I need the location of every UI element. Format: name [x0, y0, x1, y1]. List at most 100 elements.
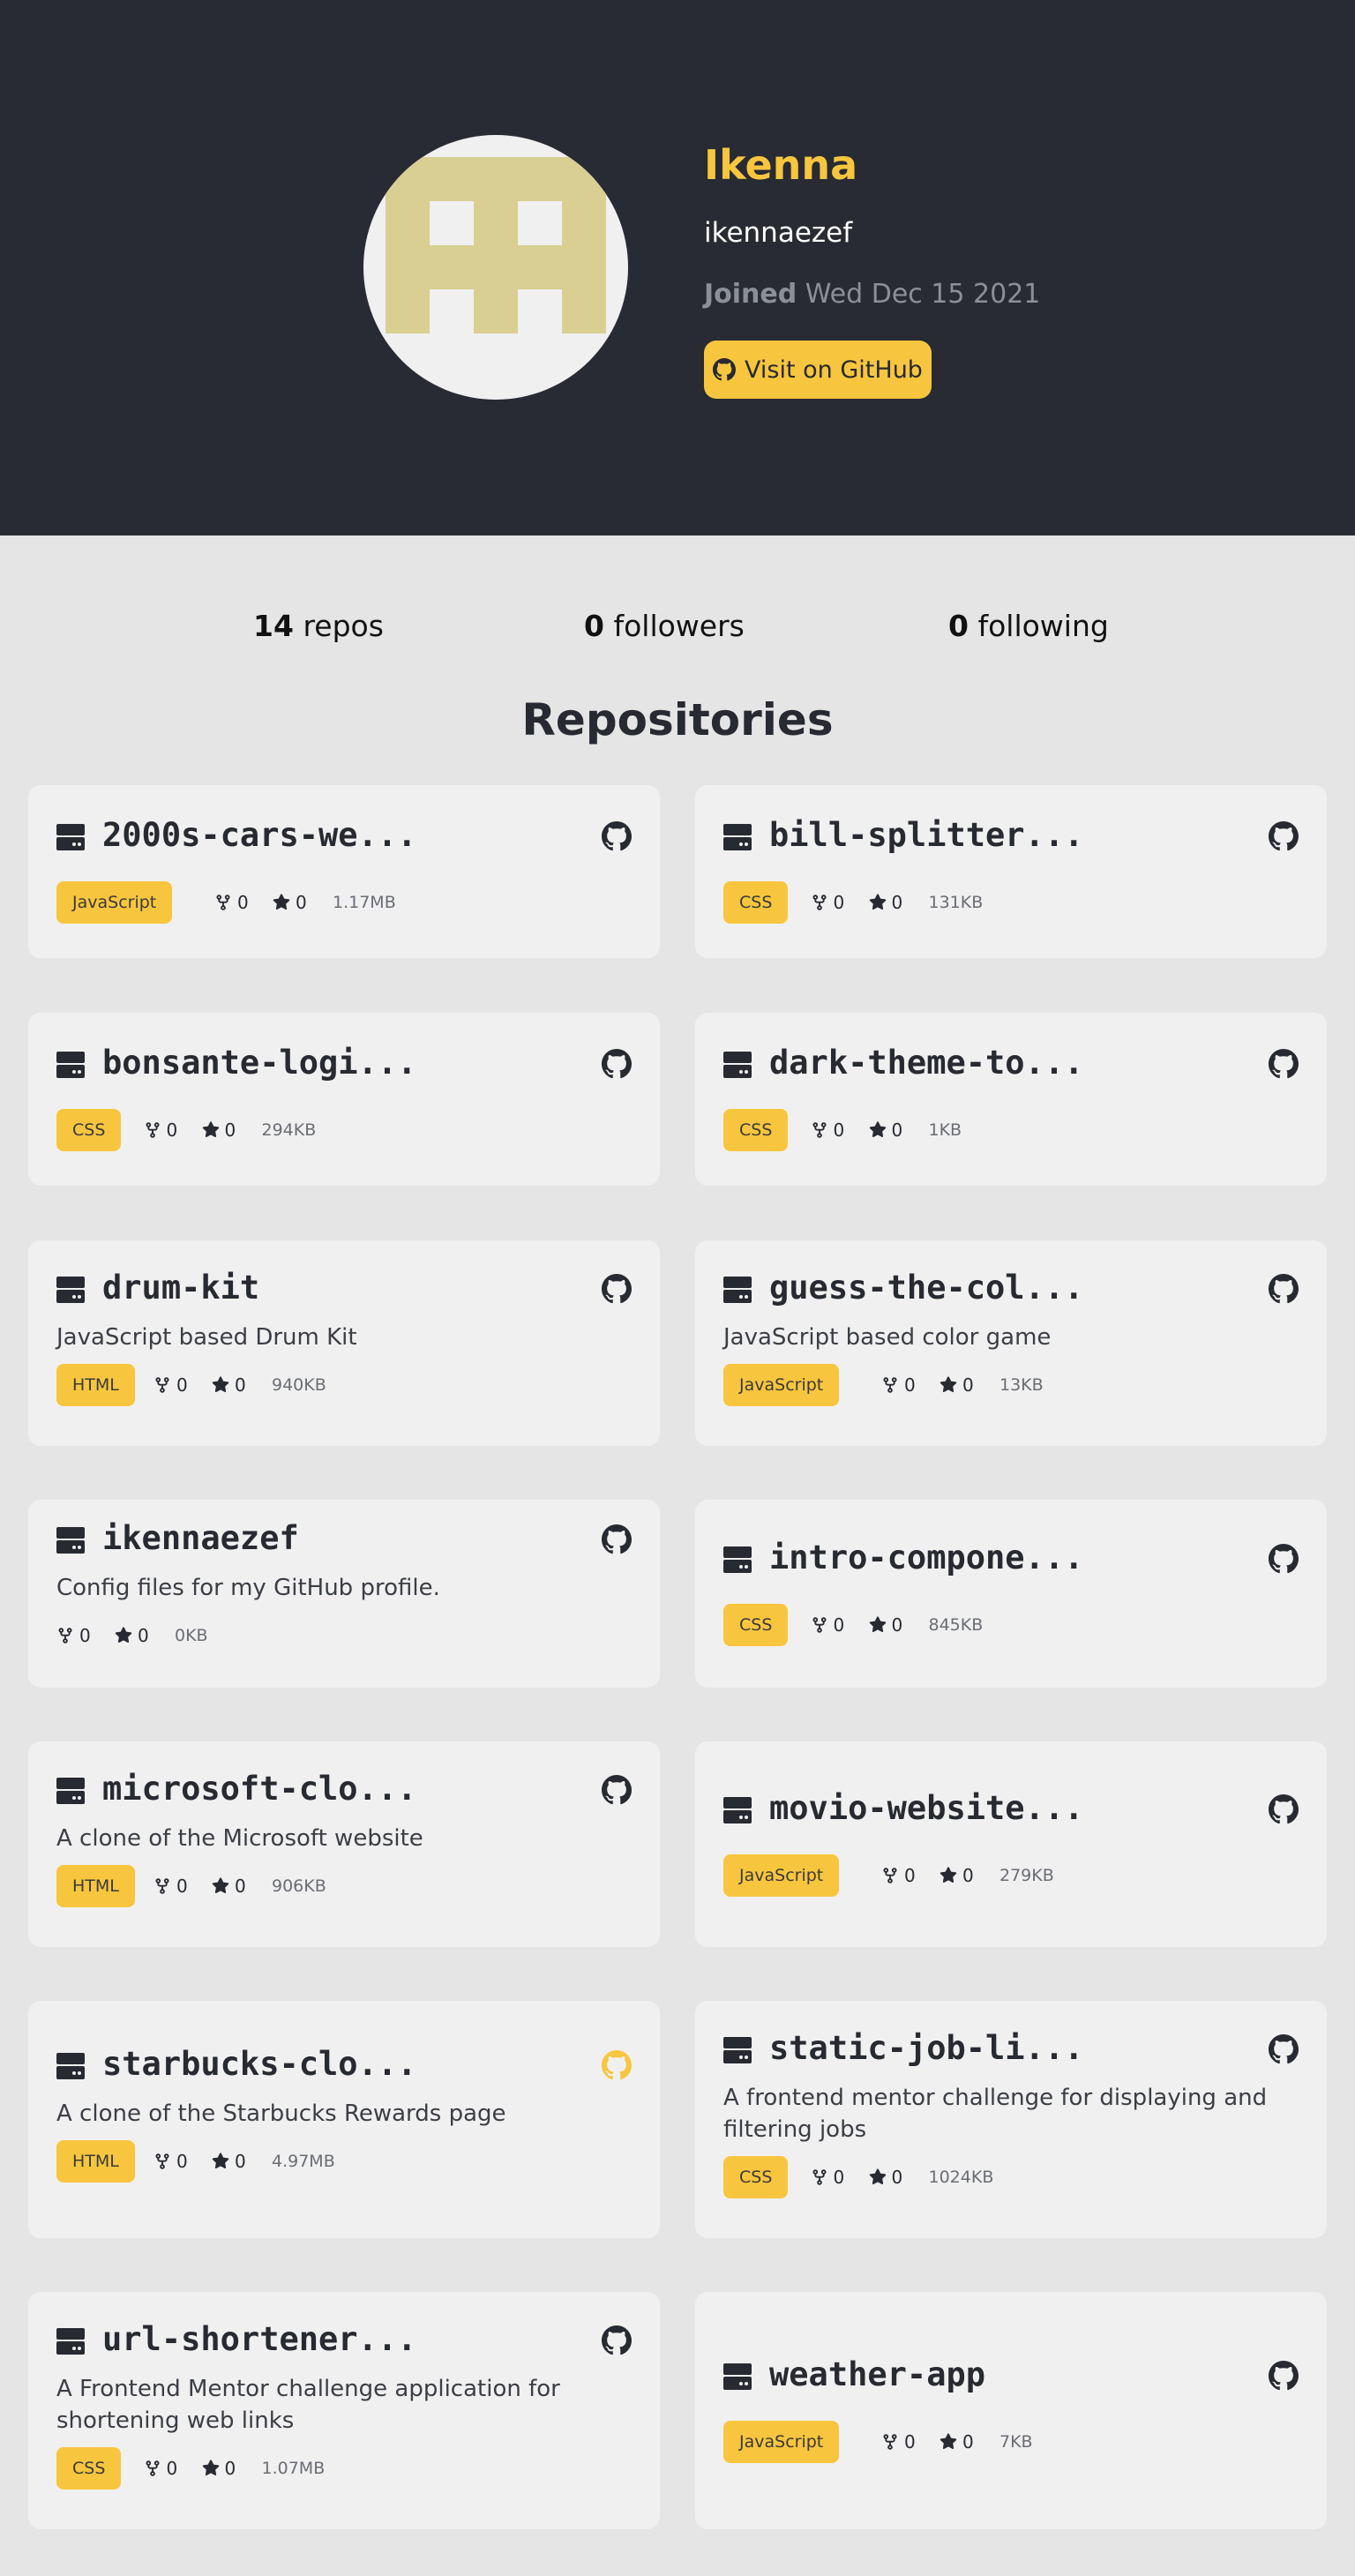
repo-card[interactable]: weather-app JavaScript 0 0 7KB: [695, 2292, 1327, 2529]
github-icon[interactable]: [1269, 2034, 1299, 2064]
stars-value: 0: [235, 2151, 246, 2172]
star-icon: [869, 1616, 886, 1633]
stars-value: 0: [962, 1865, 974, 1886]
stars-count: 0: [212, 2140, 246, 2183]
forks-count: 0: [56, 1614, 91, 1657]
joined-value: Wed Dec 15 2021: [805, 279, 1041, 310]
repo-meta: HTML 0 0 4.97MB: [56, 2140, 632, 2183]
repo-name[interactable]: dark-theme-to...: [769, 1044, 1083, 1082]
github-icon[interactable]: [1269, 1544, 1299, 1574]
repo-name[interactable]: static-job-li...: [769, 2029, 1083, 2067]
fork-icon: [812, 895, 826, 910]
fork-icon: [146, 1122, 159, 1138]
github-icon[interactable]: [1269, 1794, 1299, 1824]
repo-name[interactable]: bill-splitter...: [769, 816, 1083, 854]
repo-header: intro-compone...: [723, 1539, 1299, 1577]
stars-value: 0: [962, 1374, 974, 1396]
forks-value: 0: [166, 1120, 178, 1141]
repo-name[interactable]: guess-the-col...: [769, 1269, 1083, 1307]
repo-size: 13KB: [999, 1375, 1044, 1395]
forks-count: 0: [811, 881, 844, 924]
repo-size: 906KB: [272, 1876, 326, 1896]
repo-card[interactable]: static-job-li... A frontend mentor chall…: [695, 2001, 1327, 2238]
stat-followers: 0 followers: [584, 609, 745, 643]
stars-value: 0: [235, 1374, 246, 1396]
star-icon: [940, 2433, 957, 2450]
github-icon[interactable]: [602, 1524, 632, 1554]
repo-size: 279KB: [999, 1866, 1054, 1885]
repo-card[interactable]: bill-splitter... CSS 0 0 131KB: [695, 785, 1327, 958]
github-icon[interactable]: [602, 1274, 632, 1304]
repo-description: JavaScript based color game: [723, 1324, 1052, 1351]
stars-count: 0: [202, 1109, 236, 1151]
repo-name[interactable]: microsoft-clo...: [102, 1770, 416, 1808]
repo-card[interactable]: guess-the-col... JavaScript based color …: [695, 1240, 1327, 1446]
stars-count: 0: [869, 2156, 903, 2198]
forks-count: 0: [144, 1109, 178, 1151]
server-icon: [723, 1052, 752, 1078]
star-icon: [212, 2153, 229, 2169]
repo-card[interactable]: bonsante-logi... CSS 0 0 294KB: [28, 1013, 660, 1186]
forks-count: 0: [811, 1604, 844, 1646]
repo-header: bill-splitter...: [723, 816, 1299, 855]
repo-name[interactable]: ikennaezef: [102, 1519, 299, 1557]
fork-icon: [883, 2434, 897, 2450]
repo-card[interactable]: 2000s-cars-we... JavaScript 0 0 1.17MB: [28, 785, 660, 958]
repo-name[interactable]: movio-website...: [769, 1789, 1083, 1827]
repo-name[interactable]: bonsante-logi...: [102, 1044, 416, 1082]
github-icon[interactable]: [602, 821, 632, 851]
stars-value: 0: [962, 2431, 974, 2452]
repo-card[interactable]: drum-kit JavaScript based Drum Kit HTML …: [28, 1240, 660, 1446]
repo-name[interactable]: url-shortener...: [102, 2320, 416, 2358]
language-badge: HTML: [56, 1364, 135, 1406]
repo-card[interactable]: movio-website... JavaScript 0 0 279KB: [695, 1741, 1327, 1947]
forks-value: 0: [904, 1374, 916, 1396]
repo-header: guess-the-col...: [723, 1269, 1299, 1307]
server-icon: [56, 2328, 85, 2355]
repo-size: 0KB: [175, 1626, 208, 1645]
star-icon: [940, 1867, 957, 1883]
forks-count: 0: [881, 1854, 916, 1897]
repo-card[interactable]: intro-compone... CSS 0 0 845KB: [695, 1500, 1327, 1688]
language-badge: JavaScript: [723, 1854, 840, 1897]
fork-icon: [146, 2460, 159, 2476]
repo-meta: 0 0 0KB: [56, 1614, 632, 1657]
repo-size: 294KB: [261, 1120, 317, 1140]
github-icon[interactable]: [602, 1775, 632, 1805]
repo-name[interactable]: drum-kit: [102, 1269, 259, 1307]
forks-count: 0: [144, 2447, 178, 2490]
repo-name[interactable]: intro-compone...: [769, 1539, 1083, 1576]
stars-value: 0: [224, 1120, 236, 1141]
forks-value: 0: [166, 2458, 178, 2479]
server-icon: [723, 1546, 752, 1573]
github-icon[interactable]: [1269, 1274, 1299, 1304]
repo-header: dark-theme-to...: [723, 1044, 1299, 1082]
stars-value: 0: [891, 2167, 903, 2188]
language-badge: HTML: [56, 1865, 135, 1907]
github-icon[interactable]: [602, 2050, 632, 2080]
repo-meta: CSS 0 0 294KB: [56, 1109, 632, 1151]
repo-card[interactable]: url-shortener... A Frontend Mentor chall…: [28, 2292, 660, 2529]
repo-name[interactable]: starbucks-clo...: [102, 2045, 416, 2083]
repo-name[interactable]: 2000s-cars-we...: [102, 816, 416, 854]
github-icon[interactable]: [602, 2325, 632, 2355]
stat-repos-count: 14: [253, 609, 294, 643]
repo-meta: CSS 0 0 1KB: [723, 1109, 1299, 1151]
repo-card[interactable]: ikennaezef Config files for my GitHub pr…: [28, 1500, 660, 1688]
github-icon[interactable]: [1269, 2361, 1299, 2391]
fork-icon: [155, 2153, 169, 2169]
repo-card[interactable]: dark-theme-to... CSS 0 0 1KB: [695, 1013, 1327, 1186]
forks-value: 0: [904, 2431, 916, 2452]
stat-following-label: following: [977, 609, 1109, 643]
profile-stats: 14 repos 0 followers 0 following: [0, 609, 1355, 653]
visit-github-button[interactable]: Visit on GitHub: [704, 341, 932, 399]
github-icon[interactable]: [1269, 1049, 1299, 1079]
repo-card[interactable]: microsoft-clo... A clone of the Microsof…: [28, 1741, 660, 1947]
server-icon: [56, 824, 85, 850]
github-icon[interactable]: [602, 1049, 632, 1079]
github-icon[interactable]: [1269, 821, 1299, 851]
repo-card[interactable]: starbucks-clo... A clone of the Starbuck…: [28, 2001, 660, 2238]
stars-value: 0: [296, 892, 307, 913]
repo-name[interactable]: weather-app: [769, 2355, 985, 2393]
repo-description: A frontend mentor challenge for displayi…: [723, 2085, 1268, 2143]
